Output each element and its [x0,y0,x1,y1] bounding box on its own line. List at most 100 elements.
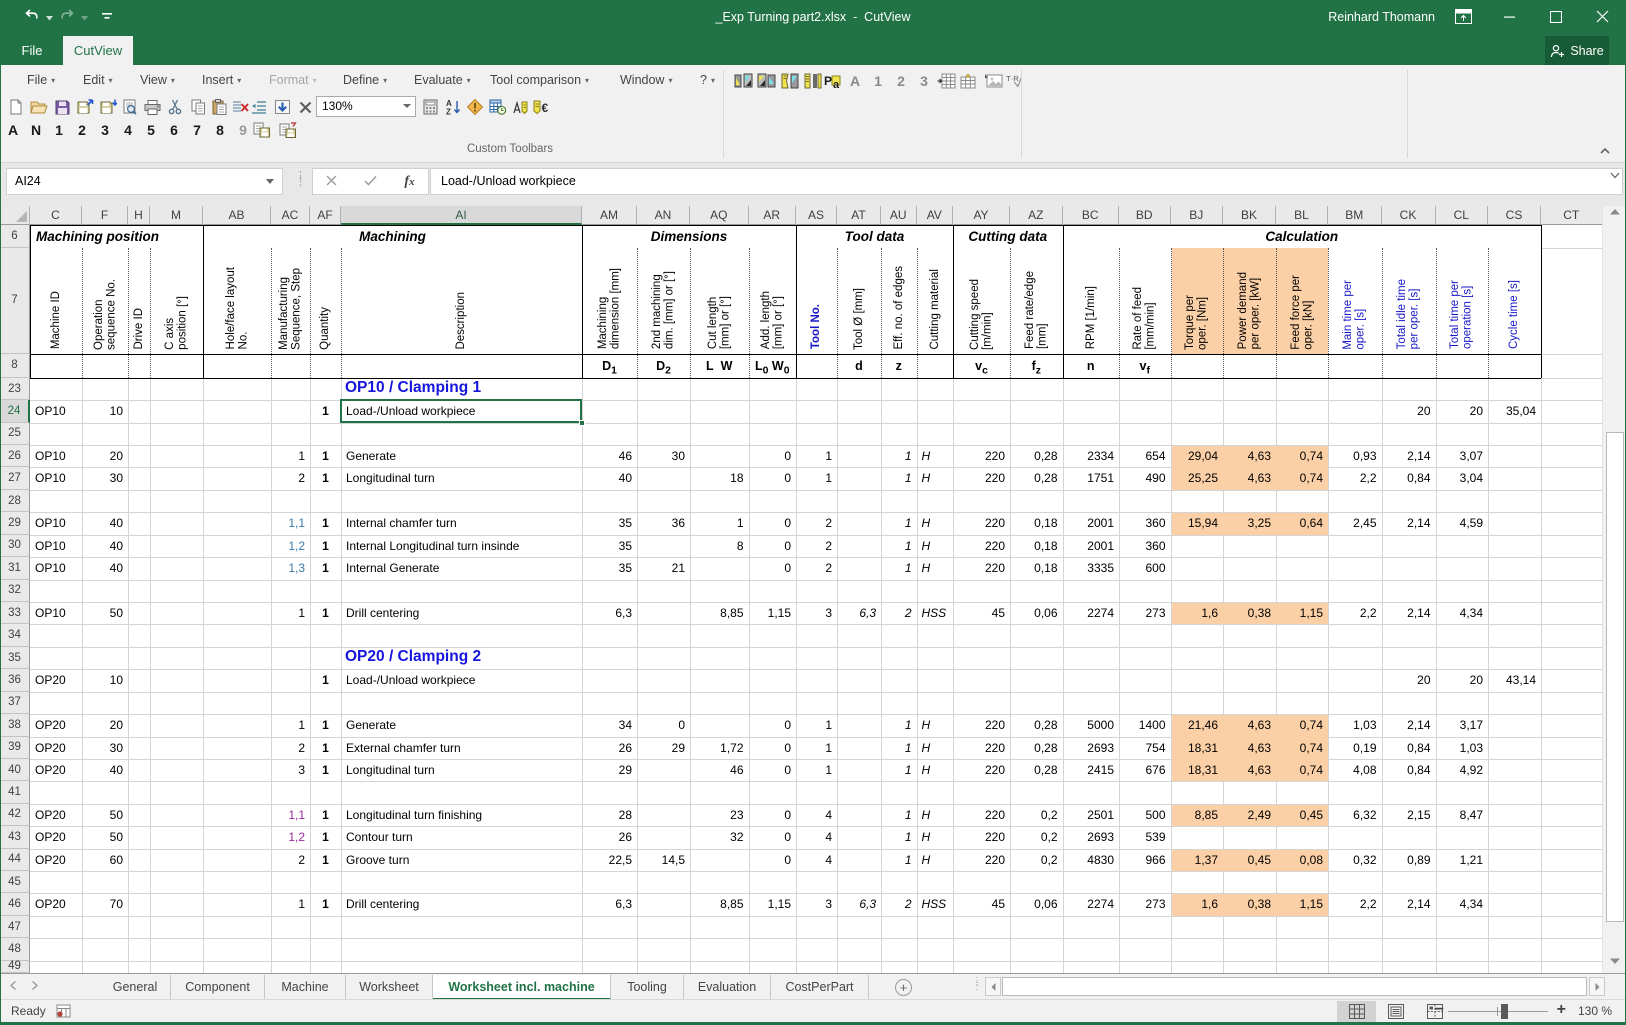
scroll-right-icon[interactable] [1589,977,1605,996]
tool-euro-icon[interactable]: € [531,97,551,117]
row-header-35[interactable]: 35 [0,647,30,669]
row-header-33[interactable]: 33 [0,602,30,624]
column-header-CS[interactable]: CS [1488,206,1541,225]
column-header-C[interactable]: C [30,206,82,225]
menu-edit[interactable]: Edit▾ [83,69,113,91]
zoom-slider-thumb[interactable] [1501,1004,1508,1019]
quick-style-8-button[interactable]: 8 [210,121,230,140]
tabbar-splitter[interactable]: ⋮⋮⋮ [972,979,978,989]
column-header-BK[interactable]: BK [1223,206,1276,225]
insert-function-icon[interactable]: fx [404,174,414,190]
menu-evaluate[interactable]: Evaluate▾ [414,69,471,91]
sheet-tab-evaluation[interactable]: Evaluation [684,975,771,1000]
quick-style-3-button[interactable]: 3 [95,121,115,140]
row-header-37[interactable]: 37 [0,692,30,714]
zoom-out-button[interactable]: − [1435,999,1444,1021]
cv-pa-icon[interactable]: Pa [823,71,843,91]
column-header-AR[interactable]: AR [749,206,797,225]
cv-tools-1-icon[interactable] [733,71,753,91]
horizontal-scrollbar[interactable] [985,977,1605,996]
close-button[interactable] [1587,0,1617,33]
row-header-34[interactable]: 34 [0,624,30,646]
row-header-30[interactable]: 30 [0,535,30,557]
row-header-27[interactable]: 27 [0,467,30,489]
print-preview-icon[interactable] [119,97,139,117]
column-header-AB[interactable]: AB [203,206,271,225]
row-header-41[interactable]: 41 [0,781,30,803]
cv-1-button[interactable]: 1 [868,71,888,91]
fill-handle[interactable] [579,420,585,426]
quick-style-6-button[interactable]: 6 [164,121,184,140]
column-header-AZ[interactable]: AZ [1010,206,1063,225]
sort-az-icon[interactable]: AZ [443,97,463,117]
open-folder-icon[interactable] [29,97,49,117]
cv-3-button[interactable]: 3 [914,71,934,91]
row-header-36[interactable]: 36 [0,669,30,691]
cv-insert-col-icon[interactable] [959,71,979,91]
quick-style-1-button[interactable]: 1 [49,121,69,140]
scroll-up-icon[interactable] [1605,209,1625,215]
row-header-26[interactable]: 26 [0,445,30,467]
outdent-icon[interactable] [249,97,269,117]
enter-icon[interactable] [364,173,377,191]
column-header-BD[interactable]: BD [1119,206,1171,225]
row-header-28[interactable]: 28 [0,490,30,512]
share-button[interactable]: Share [1545,36,1609,65]
sheet-tab-worksheet[interactable]: Worksheet [346,975,433,1000]
row-header-23[interactable]: 23 [0,378,30,400]
ribbon-display-options-button[interactable] [1448,0,1478,33]
menu-view[interactable]: View▾ [140,69,175,91]
cv-insert-row-icon[interactable] [936,71,956,91]
macro-record-icon[interactable] [56,1004,71,1023]
tab-scroll-left-icon[interactable] [10,981,16,993]
column-header-AI[interactable]: AI [341,206,582,225]
column-header-AY[interactable]: AY [953,206,1010,225]
name-box-dropdown-icon[interactable] [266,179,274,184]
column-header-AV[interactable]: AV [917,206,954,225]
column-header-AS[interactable]: AS [796,206,837,225]
formula-input[interactable]: Load-/Unload workpiece [430,168,1623,195]
column-header-AT[interactable]: AT [837,206,881,225]
new-document-icon[interactable] [6,97,26,117]
tool-pen-icon[interactable] [510,97,530,117]
column-header-AF[interactable]: AF [310,206,341,225]
new-sheet-button[interactable]: + [895,979,912,996]
row-header-31[interactable]: 31 [0,557,30,579]
row-header-24[interactable]: 24 [0,400,30,422]
horizontal-scroll-thumb[interactable] [1002,977,1587,996]
zoom-combobox[interactable]: 130% [316,96,416,117]
column-header-AM[interactable]: AM [582,206,637,225]
column-header-CL[interactable]: CL [1436,206,1489,225]
maximize-button[interactable] [1541,0,1571,33]
quick-style-7-button[interactable]: 7 [187,121,207,140]
calculator-icon[interactable] [420,97,440,117]
copy-save-2-icon[interactable] [278,120,298,140]
quick-style-5-button[interactable]: 5 [141,121,161,140]
column-header-F[interactable]: F [82,206,128,225]
quick-style-9-button[interactable]: 9 [233,121,253,140]
column-header-BJ[interactable]: BJ [1171,206,1224,225]
selected-cell-border[interactable] [340,399,582,422]
row-header-6[interactable]: 6 [0,225,30,249]
column-header-CK[interactable]: CK [1382,206,1436,225]
menu-insert[interactable]: Insert▾ [202,69,241,91]
row-header-29[interactable]: 29 [0,512,30,534]
scroll-down-icon[interactable] [1605,958,1625,964]
save-icon[interactable] [52,97,72,117]
scroll-left-icon[interactable] [985,977,1001,996]
sheet-tab-worksheet-incl-machine[interactable]: Worksheet incl. machine [433,975,611,1000]
quick-style-2-button[interactable]: 2 [72,121,92,140]
name-box[interactable]: AI24 [6,168,283,195]
menu-?[interactable]: ?▾ [700,69,715,91]
spreadsheet-grid[interactable]: CFHMABACAFAIAMANAQARASATAUAVAYAZBCBDBJBK… [0,206,1602,973]
cv-2-button[interactable]: 2 [891,71,911,91]
close-x-icon[interactable] [295,97,315,117]
cv-a-button[interactable]: A [845,71,865,91]
row-header-7[interactable]: 7 [0,248,30,354]
quick-style-4-button[interactable]: 4 [118,121,138,140]
column-header-AC[interactable]: AC [271,206,310,225]
row-header-47[interactable]: 47 [0,916,30,938]
row-header-44[interactable]: 44 [0,849,30,871]
row-header-8[interactable]: 8 [0,354,30,378]
column-header-H[interactable]: H [128,206,150,225]
